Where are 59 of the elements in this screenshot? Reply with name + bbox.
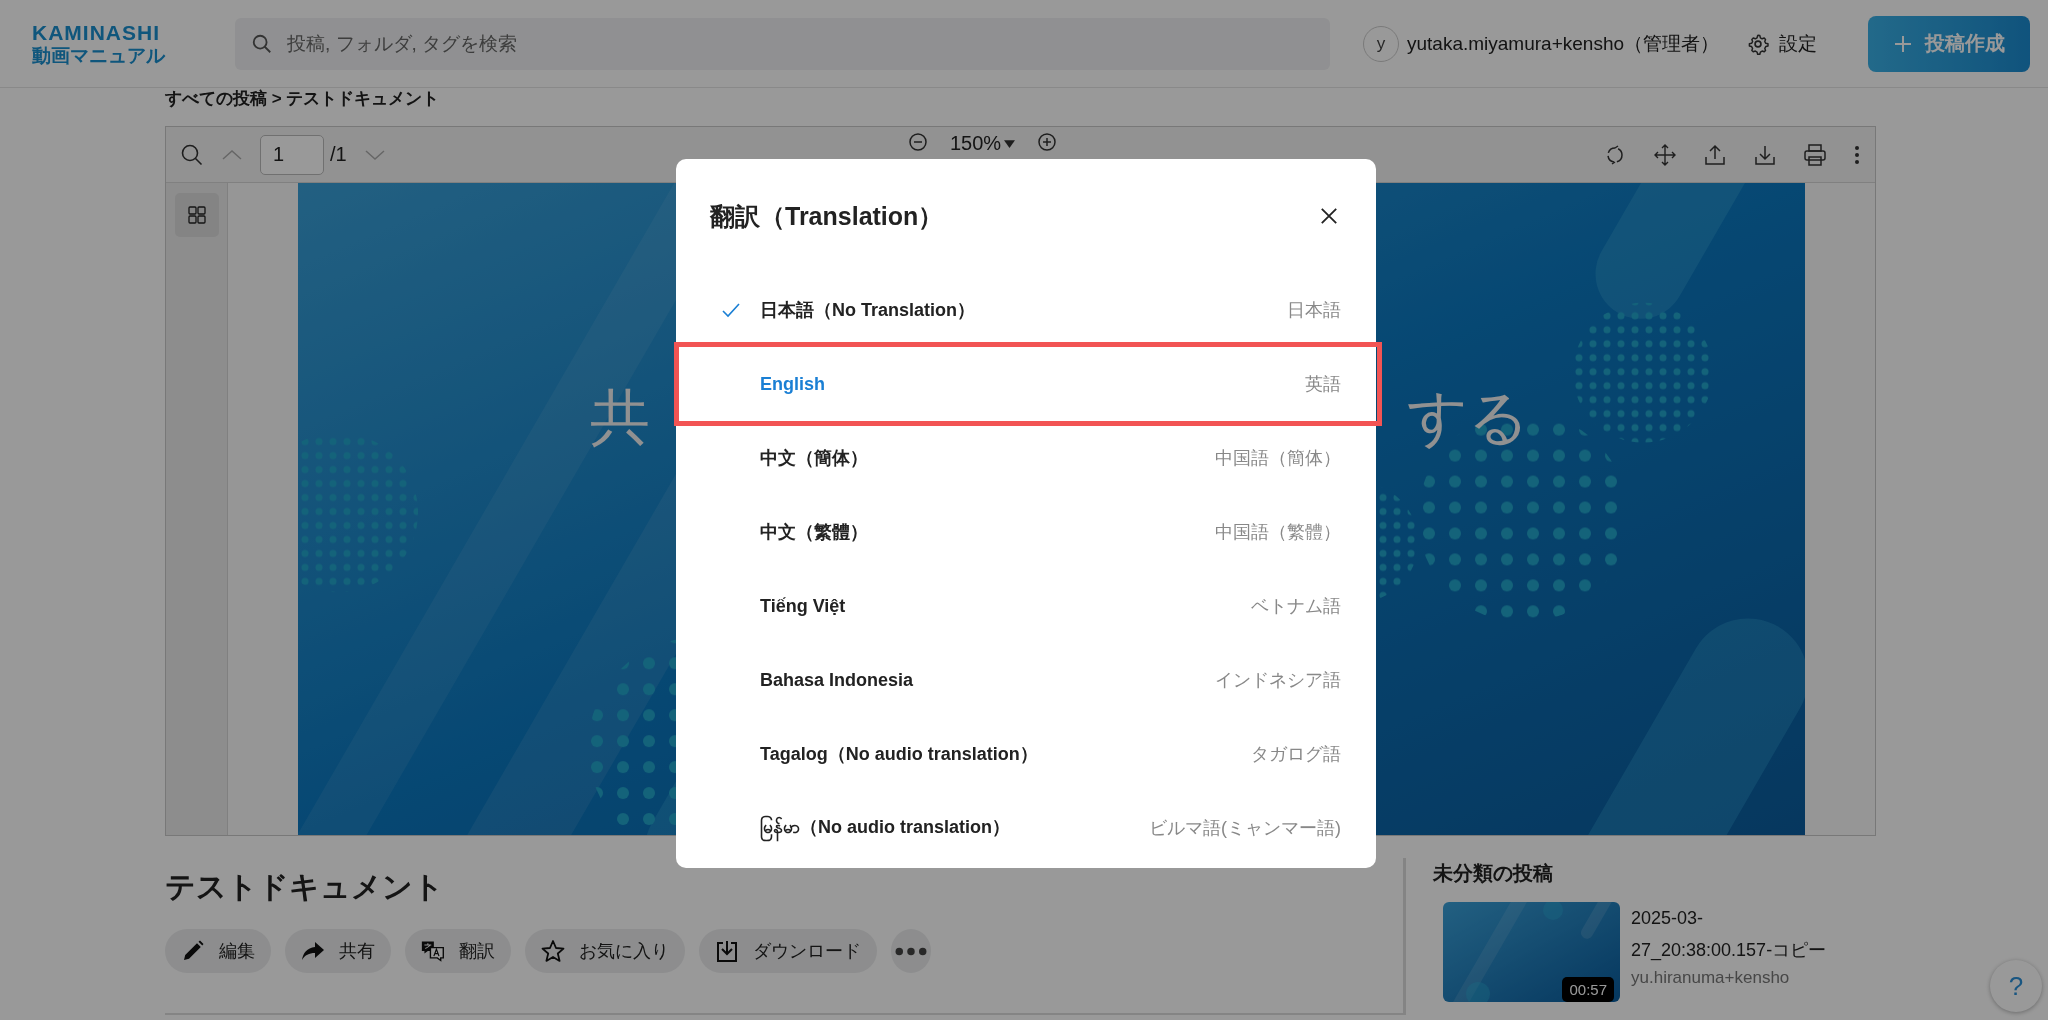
language-name: 中文（簡体） bbox=[760, 447, 868, 470]
language-name: Tagalog（No audio translation） bbox=[760, 743, 1038, 766]
language-option[interactable]: English 英語 bbox=[674, 342, 1382, 426]
grid-icon bbox=[186, 205, 207, 225]
language-name: မြန်မာ（No audio translation） bbox=[760, 814, 1010, 842]
duration-badge: 00:57 bbox=[1562, 977, 1614, 1002]
favorite-button[interactable]: お気に入り bbox=[525, 929, 685, 973]
language-option[interactable]: မြန်မာ（No audio translation） ビルマ語(ミャンマー語) bbox=[676, 791, 1376, 865]
dialog-title: 翻訳（Translation） bbox=[710, 200, 945, 232]
language-native-name: 日本語 bbox=[1287, 299, 1341, 322]
language-name: 日本語（No Translation） bbox=[760, 299, 975, 322]
language-native-name: 英語 bbox=[1305, 373, 1341, 396]
download-button[interactable]: ダウンロード bbox=[699, 929, 877, 973]
search-icon[interactable] bbox=[180, 142, 204, 167]
language-name: Tiếng Việt bbox=[760, 595, 846, 617]
language-native-name: インドネシア語 bbox=[1215, 669, 1341, 692]
page-total: /1 bbox=[330, 143, 347, 166]
language-name: English bbox=[760, 373, 825, 395]
language-option[interactable]: Bahasa Indonesia インドネシア語 bbox=[676, 643, 1376, 717]
translate-button[interactable]: 翻訳 bbox=[405, 929, 511, 973]
user-name[interactable]: yutaka.miyamura+kensho（管理者） bbox=[1407, 30, 1720, 57]
search-field[interactable]: 投稿, フォルダ, タグを検索 bbox=[235, 17, 1330, 70]
page-number-field[interactable]: 1 bbox=[260, 134, 324, 175]
pencil-icon bbox=[181, 939, 205, 963]
language-native-name: ビルマ語(ミャンマー語) bbox=[1149, 817, 1341, 840]
post-author: yu.hiranuma+kensho bbox=[1631, 968, 1791, 988]
settings-button[interactable]: 設定 bbox=[1747, 30, 1818, 57]
more-icon bbox=[895, 946, 927, 956]
print-icon[interactable] bbox=[1803, 142, 1827, 167]
zoom-level-dropdown[interactable]: 150% bbox=[950, 131, 1016, 155]
share-button[interactable]: 共有 bbox=[285, 929, 391, 973]
thumbnails-button[interactable] bbox=[174, 193, 219, 237]
upload-icon[interactable] bbox=[1703, 142, 1727, 167]
document-title: テストドキュメント bbox=[165, 869, 445, 905]
search-icon bbox=[251, 32, 273, 55]
move-arrows-icon[interactable] bbox=[1653, 142, 1677, 167]
language-name: Bahasa Indonesia bbox=[760, 669, 914, 691]
language-option[interactable]: Tiếng Việt ベトナム語 bbox=[676, 569, 1376, 643]
slide-text: する bbox=[1407, 388, 1529, 448]
section-heading: 未分類の投稿 bbox=[1433, 861, 1554, 886]
language-option[interactable]: Tagalog（No audio translation） タガログ語 bbox=[676, 717, 1376, 791]
language-native-name: 中国語（繁體） bbox=[1215, 521, 1341, 544]
star-icon bbox=[541, 939, 565, 963]
language-name: 中文（繁體） bbox=[760, 521, 868, 544]
language-option[interactable]: 中文（繁體） 中国語（繁體） bbox=[676, 495, 1376, 569]
edit-button[interactable]: 編集 bbox=[165, 929, 271, 973]
breadcrumb: すべての投稿 > テストドキュメント bbox=[165, 88, 441, 110]
language-native-name: 中国語（簡体） bbox=[1215, 447, 1341, 470]
translate-icon bbox=[421, 939, 445, 963]
post-title[interactable]: 2025-03-27_20:38:00.157-コピー bbox=[1631, 902, 1831, 966]
close-icon[interactable] bbox=[1320, 207, 1338, 225]
language-native-name: タガログ語 bbox=[1251, 743, 1341, 766]
slide-text: 共 bbox=[590, 388, 650, 448]
caret-icon bbox=[1004, 137, 1016, 149]
language-native-name: ベトナム語 bbox=[1251, 595, 1341, 618]
more-button[interactable] bbox=[891, 929, 931, 973]
settings-icon bbox=[1747, 32, 1770, 55]
download-icon bbox=[715, 939, 739, 963]
plus-icon bbox=[1893, 33, 1913, 54]
